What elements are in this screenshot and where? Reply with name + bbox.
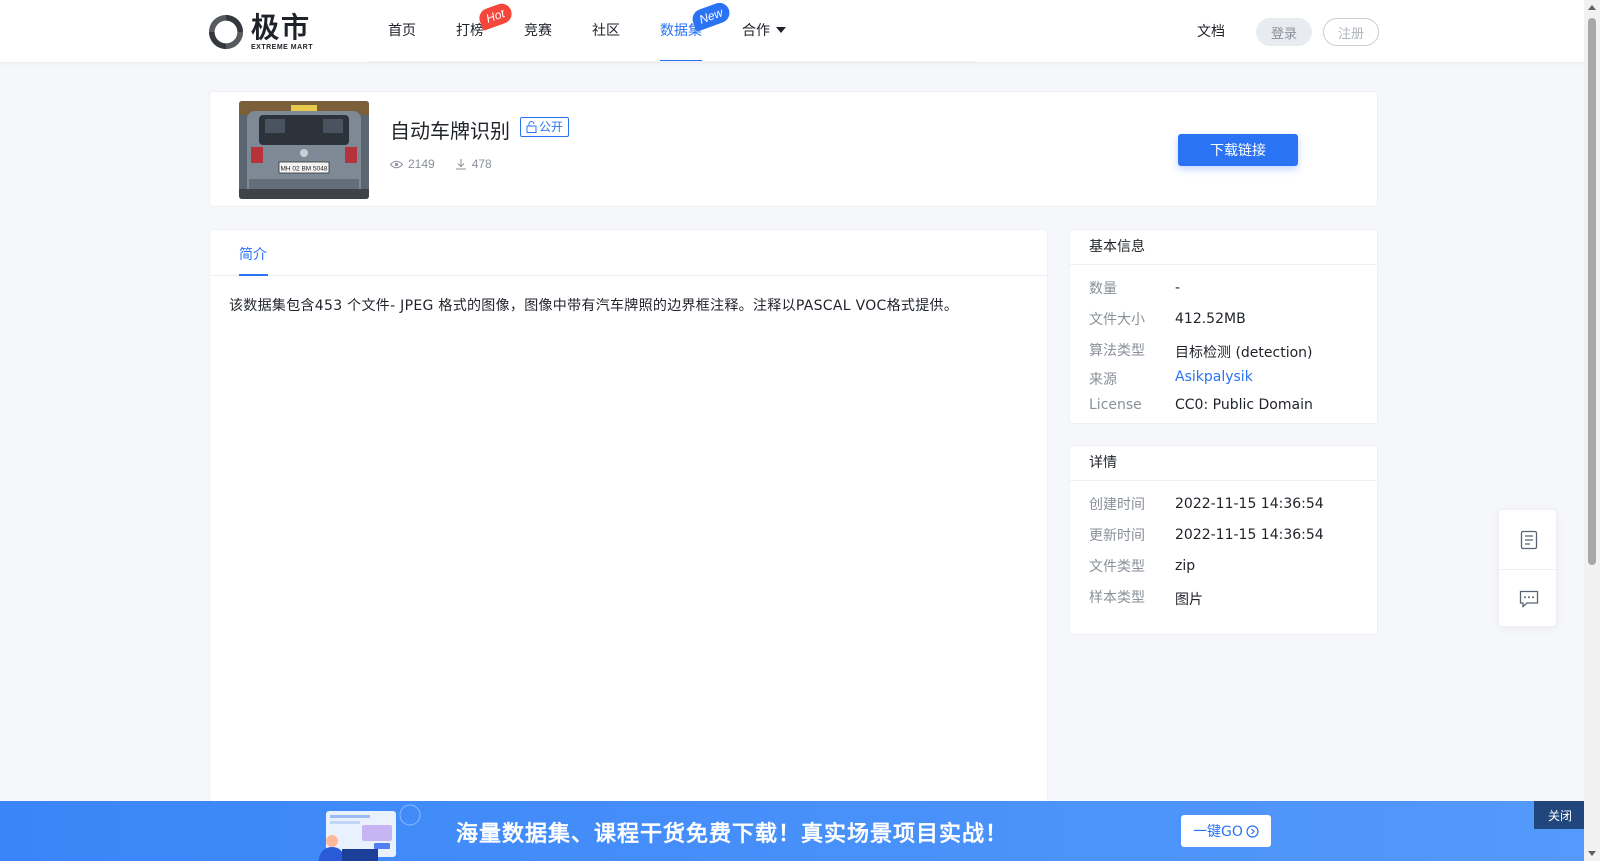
scroll-up-icon[interactable]	[1588, 5, 1596, 10]
eye-icon	[390, 160, 403, 168]
banner-close-button[interactable]: 关闭	[1534, 801, 1586, 829]
nav-community[interactable]: 社区	[572, 0, 640, 62]
go-button-label: 一键GO	[1193, 824, 1243, 840]
info-row-count: 数量 -	[1089, 278, 1180, 298]
dataset-thumbnail: MH 02 BM 5048	[239, 101, 369, 199]
info-row-license: License CC0: Public Domain	[1089, 397, 1313, 413]
details-title: 详情	[1070, 446, 1377, 481]
nav-competition-label: 竞赛	[524, 23, 552, 39]
info-key: 算法类型	[1089, 343, 1145, 359]
downloads-stat: 478	[455, 157, 492, 171]
detail-key: 文件类型	[1089, 559, 1145, 575]
nav-community-label: 社区	[592, 23, 620, 39]
intro-tabs: 简介	[210, 230, 1047, 276]
banner-illustration	[318, 804, 421, 861]
nav-leaderboard-label: 打榜	[456, 23, 484, 39]
info-row-algorithm: 算法类型 目标检测 (detection)	[1089, 340, 1313, 362]
info-key: 来源	[1089, 372, 1117, 388]
tab-intro[interactable]: 简介	[239, 244, 267, 264]
info-key: 文件大小	[1089, 312, 1145, 328]
downloads-count: 478	[471, 157, 492, 171]
info-key: License	[1089, 397, 1142, 413]
scroll-down-icon[interactable]	[1588, 851, 1596, 856]
source-link[interactable]: Asikpalysik	[1175, 369, 1253, 389]
page-scrollbar[interactable]	[1584, 0, 1600, 861]
banner-headline: 海量数据集、课程干货免费下载！真实场景项目实战！	[456, 822, 1009, 847]
nav-datasets[interactable]: 数据集 New	[640, 0, 733, 62]
detail-value: zip	[1175, 558, 1196, 574]
nav-home[interactable]: 首页	[368, 0, 436, 62]
message-icon	[1519, 590, 1538, 608]
basic-info-panel: 基本信息 数量 - 文件大小 412.52MB 算法类型 目标检测 (detec…	[1069, 229, 1378, 424]
detail-value: 图片	[1175, 592, 1203, 608]
nav-competition[interactable]: 竞赛	[504, 0, 572, 62]
detail-row-created: 创建时间 2022-11-15 14:36:54	[1089, 494, 1324, 514]
logo-title: 极市	[251, 10, 312, 44]
promo-banner: 海量数据集、课程干货免费下载！真实场景项目实战！ 一键GO	[0, 801, 1584, 861]
go-button[interactable]: 一键GO	[1181, 815, 1271, 847]
detail-key: 样本类型	[1089, 590, 1145, 606]
register-button[interactable]: 注册	[1323, 18, 1379, 46]
nav-home-label: 首页	[388, 23, 416, 39]
info-value: 412.52MB	[1175, 311, 1246, 327]
main-nav: 首页 打榜 Hot 竞赛 社区 数据集 New 合作	[368, 0, 806, 62]
detail-row-file-type: 文件类型 zip	[1089, 556, 1195, 576]
public-badge: 公开	[520, 117, 570, 137]
public-badge-label: 公开	[539, 120, 564, 134]
logo-subtitle: EXTREME MART	[251, 43, 313, 51]
info-row-source: 来源 Asikpalysik	[1089, 369, 1253, 389]
info-row-file-size: 文件大小 412.52MB	[1089, 309, 1246, 329]
top-header: 极市 EXTREME MART 首页 打榜 Hot 竞赛 社区 数据集 New 合作…	[0, 0, 1584, 62]
scroll-thumb[interactable]	[1588, 18, 1596, 565]
detail-value: 2022-11-15 14:36:54	[1175, 496, 1324, 512]
document-icon	[1520, 530, 1537, 549]
caret-down-icon	[776, 27, 786, 33]
floating-toolbar	[1498, 509, 1558, 628]
detail-row-updated: 更新时间 2022-11-15 14:36:54	[1089, 525, 1324, 545]
intro-panel: 简介 该数据集包含453 个文件- JPEG 格式的图像，图像中带有汽车牌照的边…	[209, 229, 1048, 861]
login-button[interactable]: 登录	[1256, 18, 1312, 46]
logo[interactable]: 极市 EXTREME MART	[207, 13, 313, 51]
notes-button[interactable]	[1499, 510, 1558, 569]
nav-leaderboard[interactable]: 打榜 Hot	[436, 0, 515, 62]
info-value: 目标检测 (detection)	[1175, 345, 1313, 361]
detail-row-sample-type: 样本类型 图片	[1089, 587, 1203, 609]
info-value: -	[1175, 280, 1181, 296]
lock-open-icon	[526, 121, 537, 133]
details-panel: 详情 创建时间 2022-11-15 14:36:54 更新时间 2022-11…	[1069, 445, 1378, 635]
detail-key: 更新时间	[1089, 528, 1145, 544]
download-link-button[interactable]: 下载链接	[1178, 134, 1298, 166]
info-value: CC0: Public Domain	[1175, 397, 1313, 413]
nav-divider	[368, 61, 976, 62]
intro-description: 该数据集包含453 个文件- JPEG 格式的图像，图像中带有汽车牌照的边界框注…	[229, 298, 959, 314]
nav-cooperation-label: 合作	[742, 23, 770, 39]
feedback-button[interactable]	[1499, 569, 1558, 628]
detail-key: 创建时间	[1089, 497, 1145, 513]
docs-link[interactable]: 文档	[1197, 21, 1225, 41]
arrow-circle-icon	[1246, 824, 1259, 838]
info-key: 数量	[1089, 281, 1117, 297]
detail-value: 2022-11-15 14:36:54	[1175, 527, 1324, 543]
views-stat: 2149	[390, 157, 435, 171]
download-icon	[455, 159, 466, 170]
plate-text: MH 02 BM 5048	[281, 166, 328, 173]
dataset-title: 自动车牌识别	[390, 119, 510, 143]
tab-intro-underline	[239, 274, 268, 276]
nav-cooperation[interactable]: 合作	[722, 0, 806, 62]
views-count: 2149	[408, 157, 435, 171]
basic-info-title: 基本信息	[1070, 230, 1377, 265]
dataset-stats: 2149 478	[390, 157, 512, 171]
car-image: MH 02 BM 5048	[239, 101, 369, 199]
logo-mark-icon	[208, 14, 244, 50]
dataset-header-card: MH 02 BM 5048 自动车牌识别 公开 2149 478 下载链接	[209, 91, 1378, 207]
